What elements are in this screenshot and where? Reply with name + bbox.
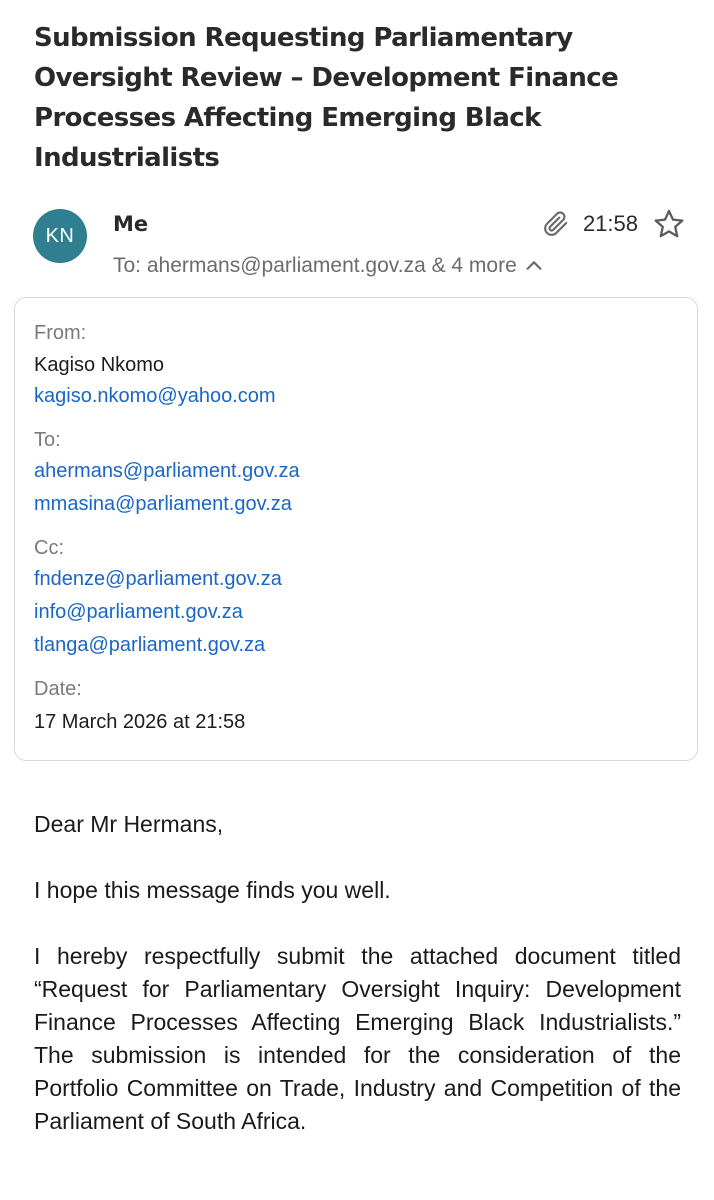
body-paragraph: I hope this message finds you well. bbox=[34, 877, 391, 903]
paperclip-icon bbox=[543, 211, 569, 237]
recipients-summary: To: ahermans@parliament.gov.za & 4 more bbox=[113, 254, 517, 277]
chevron-up-icon bbox=[523, 255, 545, 277]
cc-email-link[interactable]: fndenze@parliament.gov.za bbox=[34, 563, 678, 596]
star-icon[interactable] bbox=[652, 207, 686, 241]
from-section: From: Kagiso Nkomo kagiso.nkomo@yahoo.co… bbox=[34, 318, 678, 413]
date-section: Date: 17 March 2026 at 21:58 bbox=[34, 674, 678, 737]
message-details-card: From: Kagiso Nkomo kagiso.nkomo@yahoo.co… bbox=[14, 297, 698, 761]
cc-label: Cc: bbox=[34, 537, 64, 559]
from-name: Kagiso Nkomo bbox=[34, 354, 165, 376]
body-paragraph: I hereby respectfully submit the attache… bbox=[34, 943, 681, 1134]
date-label: Date: bbox=[34, 678, 82, 700]
cc-section: Cc: fndenze@parliament.gov.za info@parli… bbox=[34, 533, 678, 662]
to-email-link[interactable]: mmasina@parliament.gov.za bbox=[34, 488, 678, 521]
cc-email-link[interactable]: info@parliament.gov.za bbox=[34, 596, 678, 629]
recipients-toggle[interactable]: To: ahermans@parliament.gov.za & 4 more bbox=[113, 254, 545, 278]
from-email-link[interactable]: kagiso.nkomo@yahoo.com bbox=[34, 380, 678, 413]
to-email-link[interactable]: ahermans@parliament.gov.za bbox=[34, 455, 678, 488]
sender-name[interactable]: Me bbox=[113, 212, 148, 236]
cc-email-link[interactable]: tlanga@parliament.gov.za bbox=[34, 629, 678, 662]
avatar[interactable]: KN bbox=[33, 209, 87, 263]
email-subject: Submission Requesting Parliamentary Over… bbox=[34, 23, 619, 173]
body-greeting: Dear Mr Hermans, bbox=[34, 811, 224, 837]
to-label: To: bbox=[34, 429, 61, 451]
to-section: To: ahermans@parliament.gov.za mmasina@p… bbox=[34, 425, 678, 521]
date-value: 17 March 2026 at 21:58 bbox=[34, 711, 246, 733]
from-label: From: bbox=[34, 322, 87, 344]
message-meta: 21:58 bbox=[543, 207, 686, 241]
email-body: Dear Mr Hermans, I hope this message fin… bbox=[34, 808, 681, 1138]
message-time: 21:58 bbox=[582, 211, 638, 236]
